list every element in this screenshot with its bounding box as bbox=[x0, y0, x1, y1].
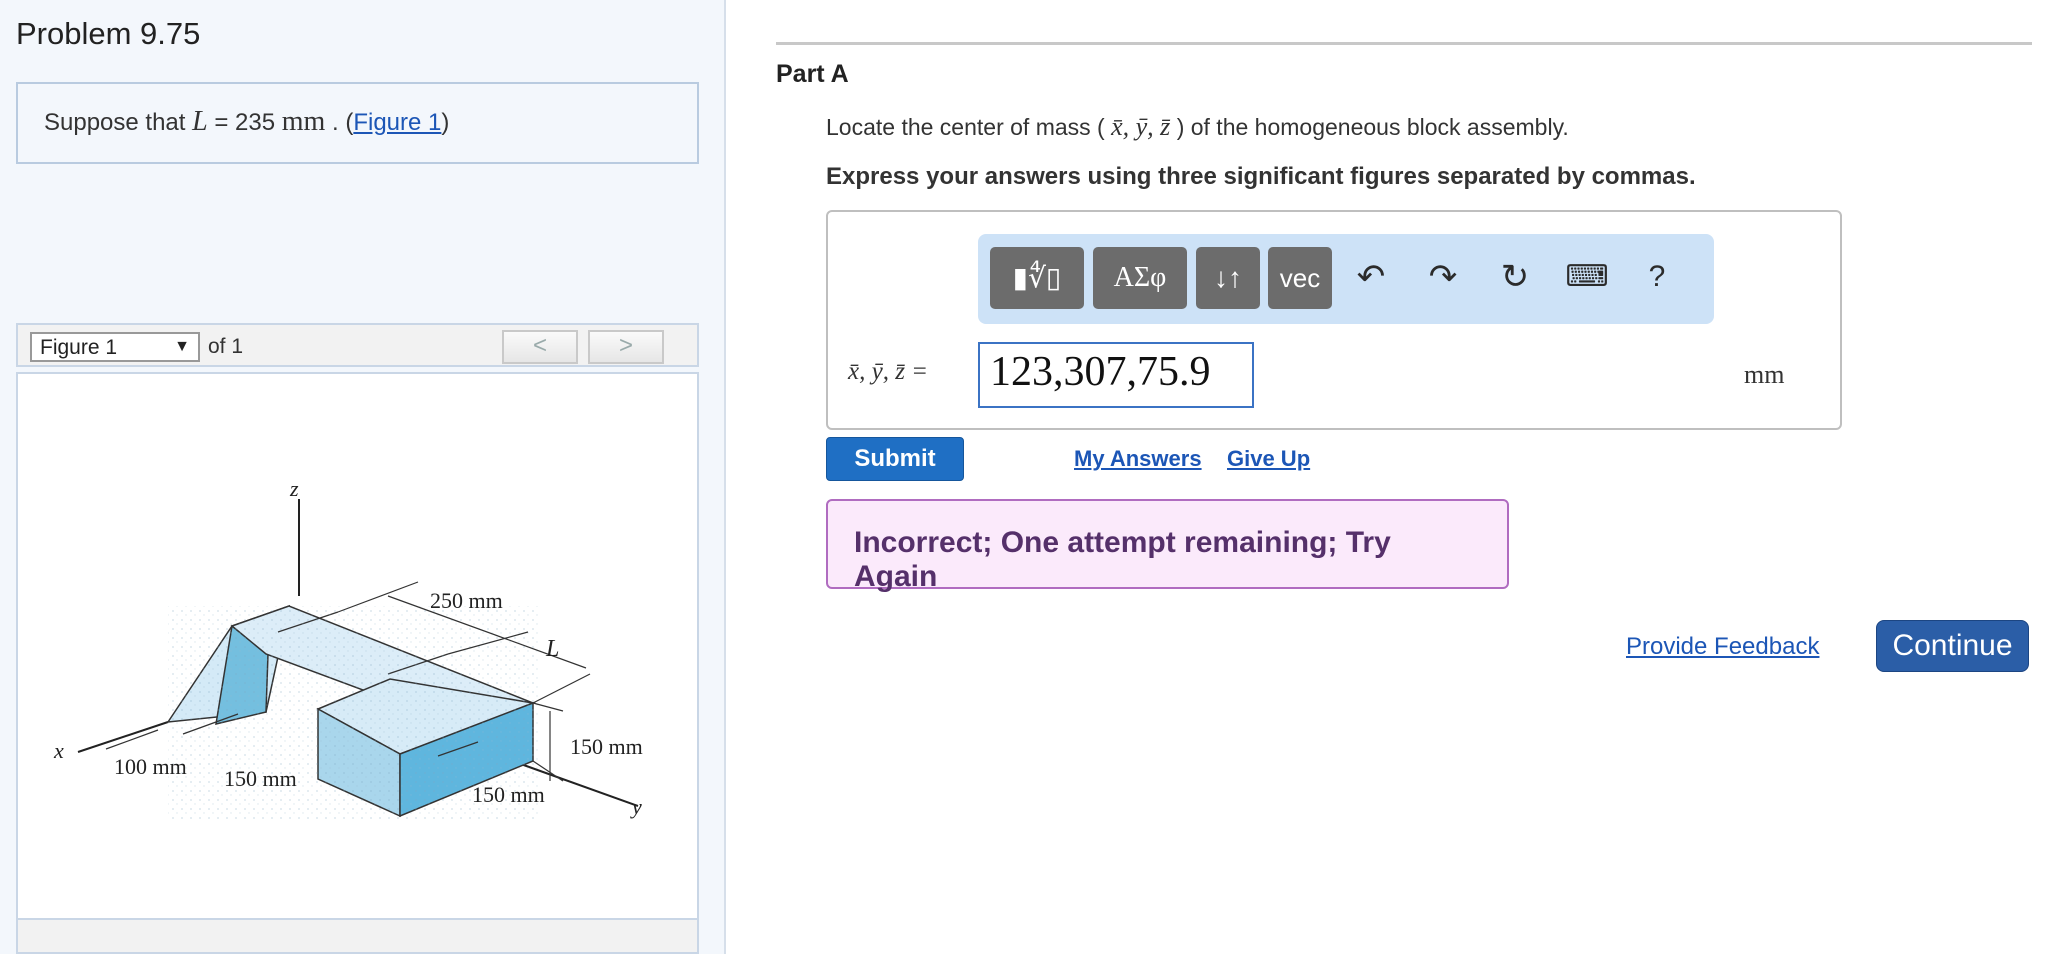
figure-link[interactable]: Figure 1 bbox=[353, 109, 441, 136]
question-variables: x̄, ȳ, z̄ bbox=[1111, 112, 1171, 141]
reset-icon[interactable]: ↻ bbox=[1492, 252, 1538, 302]
dimension-150-bottom-label: 150 mm bbox=[472, 782, 545, 807]
feedback-message: Incorrect; One attempt remaining; Try Ag… bbox=[826, 499, 1509, 593]
dimension-150-left-label: 150 mm bbox=[224, 766, 297, 791]
vector-button[interactable]: vec bbox=[1268, 247, 1332, 309]
answer-label: x̄, ȳ, z̄ = bbox=[848, 358, 929, 385]
instruction-text: Express your answers using three signifi… bbox=[826, 163, 1696, 190]
dimension-100-label: 100 mm bbox=[114, 754, 187, 779]
redo-icon[interactable]: ↷ bbox=[1420, 252, 1466, 302]
help-button[interactable]: ? bbox=[1634, 252, 1680, 302]
block-assembly-figure: z x y 250 mm L 150 mm 100 mm 150 mm 150 … bbox=[53, 476, 643, 821]
templates-button[interactable]: ▮∜▯ bbox=[990, 247, 1084, 309]
math-toolbar: ▮∜▯ ΑΣφ ↓↑ vec ↶ ↷ ↻ ⌨ ? bbox=[978, 234, 1714, 324]
dimension-150-right-label: 150 mm bbox=[570, 734, 643, 759]
dimension-250-label: 250 mm bbox=[430, 588, 503, 613]
provide-feedback-link[interactable]: Provide Feedback bbox=[1626, 633, 1819, 661]
submit-button[interactable]: Submit bbox=[826, 437, 964, 481]
figure-footer bbox=[16, 920, 699, 954]
problem-panel: Problem 9.75 Suppose that L = 235 mm . (… bbox=[0, 0, 726, 954]
answer-panel: Part A Locate the center of mass ( x̄, ȳ… bbox=[728, 0, 2046, 954]
continue-button[interactable]: Continue bbox=[1876, 620, 2029, 672]
answer-box: ▮∜▯ ΑΣφ ↓↑ vec ↶ ↷ ↻ ⌨ ? x̄, ȳ, z̄ = 123… bbox=[826, 210, 1842, 430]
keyboard-icon[interactable]: ⌨ bbox=[1564, 252, 1610, 302]
statement-prefix: Suppose that bbox=[44, 109, 186, 136]
greek-symbols-button[interactable]: ΑΣφ bbox=[1093, 247, 1187, 309]
part-title: Part A bbox=[776, 60, 849, 88]
dimension-L-label: L bbox=[545, 636, 559, 662]
statement-value: = 235 bbox=[214, 109, 276, 136]
answer-input[interactable]: 123,307,75.9 bbox=[978, 342, 1254, 408]
y-axis-label: y bbox=[630, 794, 642, 819]
undo-icon[interactable]: ↶ bbox=[1348, 252, 1394, 302]
divider bbox=[776, 42, 2032, 45]
subscript-superscript-button[interactable]: ↓↑ bbox=[1196, 247, 1260, 309]
x-axis-label: x bbox=[53, 738, 64, 763]
question-suffix: ) of the homogeneous block assembly. bbox=[1176, 114, 1569, 140]
statement-unit: mm bbox=[281, 106, 326, 137]
my-answers-link[interactable]: My Answers bbox=[1074, 446, 1202, 472]
question-text: Locate the center of mass ( x̄, ȳ, z̄ ) … bbox=[826, 112, 1569, 142]
figure-select[interactable]: Figure 1 ▼ bbox=[30, 332, 200, 362]
figure-toolbar: Figure 1 ▼ of 1 < > bbox=[16, 323, 699, 367]
next-figure-button[interactable]: > bbox=[588, 330, 664, 364]
previous-figure-button[interactable]: < bbox=[502, 330, 578, 364]
give-up-link[interactable]: Give Up bbox=[1227, 446, 1310, 472]
statement-variable: L bbox=[192, 106, 208, 137]
figure-count: of 1 bbox=[208, 335, 244, 358]
problem-statement: Suppose that L = 235 mm . (Figure 1) bbox=[16, 82, 699, 164]
z-axis-label: z bbox=[289, 476, 299, 501]
problem-title: Problem 9.75 bbox=[16, 16, 201, 51]
figure-frame: z x y 250 mm L 150 mm 100 mm 150 mm 150 … bbox=[16, 372, 699, 920]
dropdown-arrow-icon: ▼ bbox=[174, 338, 190, 355]
figure-select-value: Figure 1 bbox=[40, 336, 118, 359]
answer-unit: mm bbox=[1744, 360, 1785, 389]
question-prefix: Locate the center of mass ( bbox=[826, 114, 1105, 140]
